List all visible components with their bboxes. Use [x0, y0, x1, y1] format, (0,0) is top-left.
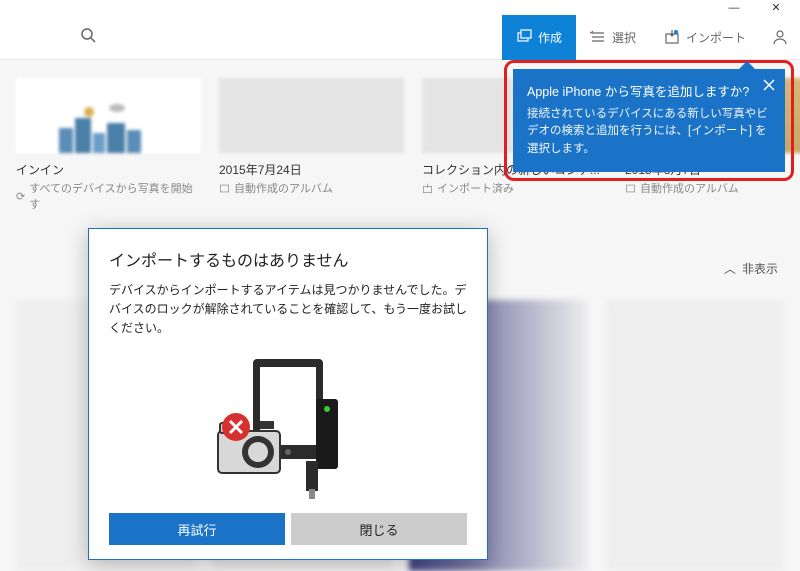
album-thumb: [219, 78, 404, 153]
tooltip-highlight: Apple iPhone から写真を追加しますか? 接続されているデバイスにある…: [504, 60, 794, 181]
album-icon: [219, 183, 230, 194]
album-icon: [625, 183, 636, 194]
card-sub: 自動作成のアルバム: [625, 180, 800, 196]
import-icon: [422, 183, 433, 194]
dialog-illustration: [109, 339, 467, 513]
import-button[interactable]: インポート: [650, 15, 760, 60]
tooltip-title: Apple iPhone から写真を追加しますか?: [527, 81, 771, 100]
chevron-up-icon: ︿: [724, 260, 736, 277]
card-title: インイン: [16, 161, 201, 178]
import-tooltip: Apple iPhone から写真を追加しますか? 接続されているデバイスにある…: [513, 69, 785, 172]
import-label: インポート: [686, 29, 746, 46]
create-label: 作成: [538, 29, 562, 46]
hide-label: 非表示: [742, 260, 778, 277]
retry-button[interactable]: 再試行: [109, 513, 285, 545]
card-album-1[interactable]: 2015年7月24日 自動作成のアルバム: [219, 78, 404, 212]
window-titlebar: — ✕: [0, 0, 800, 15]
hide-toggle[interactable]: ︿ 非表示: [724, 260, 778, 277]
app-toolbar: 作成 選択 インポート: [0, 15, 800, 60]
signin-thumb: [16, 78, 201, 153]
search-icon[interactable]: [80, 27, 96, 48]
card-title: 2015年7月24日: [219, 161, 404, 178]
card-sub: 自動作成のアルバム: [219, 180, 404, 196]
close-button[interactable]: 閉じる: [291, 513, 467, 545]
card-sub: インポート済み: [422, 180, 607, 196]
card-signin[interactable]: インイン ⟳すべてのデバイスから写真を開始す: [16, 78, 201, 212]
select-label: 選択: [612, 29, 636, 46]
card-sub: ⟳すべてのデバイスから写真を開始す: [16, 180, 201, 212]
account-button[interactable]: [760, 15, 800, 60]
minimize-button[interactable]: —: [720, 2, 748, 14]
create-button[interactable]: 作成: [502, 15, 576, 60]
tooltip-close-icon[interactable]: [763, 79, 775, 94]
dialog-title: インポートするものはありません: [109, 247, 467, 271]
tooltip-body: 接続されているデバイスにある新しい写真やビデオの検索と追加を行うには、[インポー…: [527, 106, 771, 158]
close-window-button[interactable]: ✕: [762, 1, 790, 14]
select-button[interactable]: 選択: [576, 15, 650, 60]
import-dialog: インポートするものはありません デバイスからインポートするアイテムは見つかりませ…: [88, 228, 488, 560]
dialog-body: デバイスからインポートするアイテムは見つかりませんでした。デバイスのロックが解除…: [109, 281, 467, 339]
